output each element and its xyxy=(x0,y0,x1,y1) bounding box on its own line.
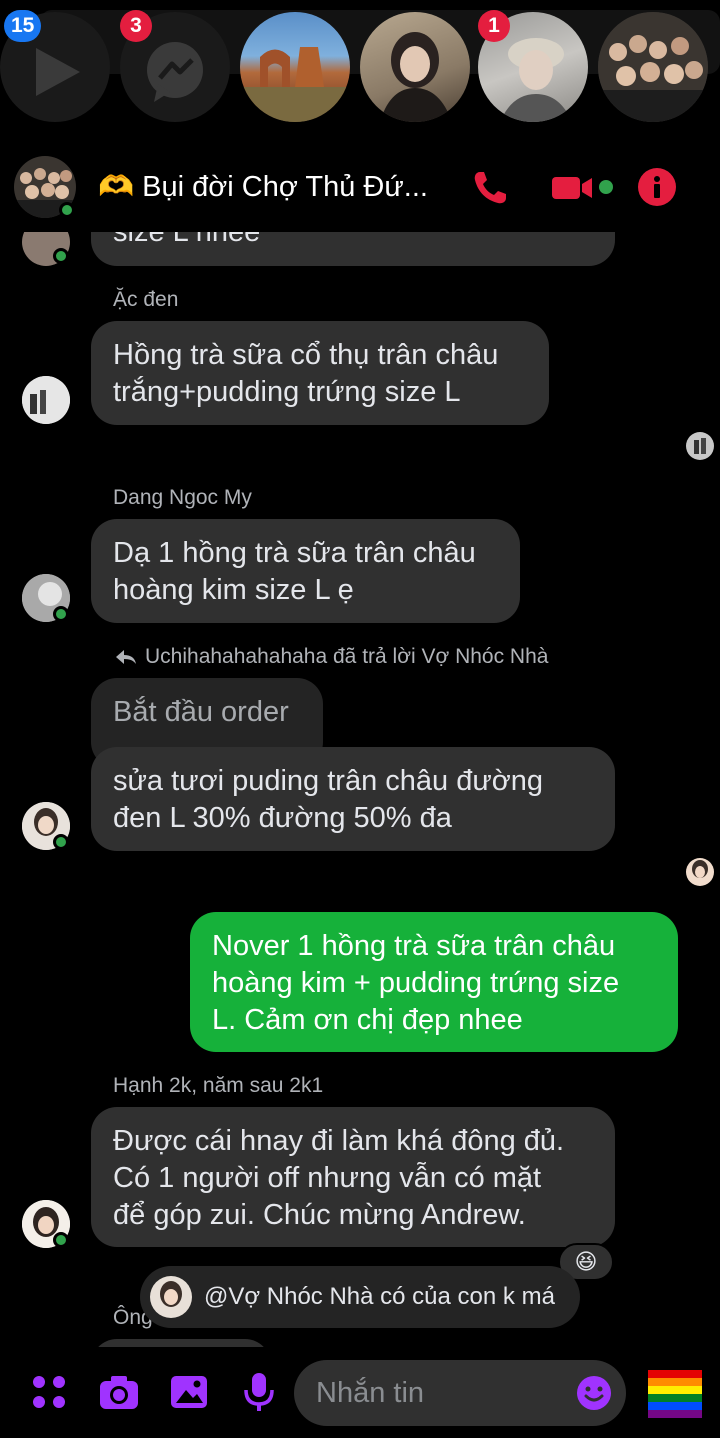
online-indicator xyxy=(53,606,69,622)
person-image xyxy=(380,32,452,122)
more-actions-button[interactable] xyxy=(27,1370,71,1414)
message-line: sửa tươi puding trân châu đường xyxy=(113,765,544,797)
message-text: size L nhee xyxy=(113,232,261,248)
video-active-indicator xyxy=(599,180,613,194)
chat-head-group[interactable] xyxy=(598,12,708,122)
rainbow-flag-icon xyxy=(648,1370,702,1418)
image-icon xyxy=(171,1376,207,1408)
message-bubble[interactable] xyxy=(91,1339,271,1347)
person-image xyxy=(694,438,706,454)
message-input-wrapper[interactable] xyxy=(294,1360,626,1426)
person-image xyxy=(160,1281,182,1307)
info-icon xyxy=(654,176,660,198)
message-line: Được cái hnay đi làm khá đông đủ. xyxy=(113,1125,565,1157)
message-list[interactable]: size L nhee Ặc đen Hồng trà sữa cổ thụ t… xyxy=(0,232,720,1347)
reply-note: Uchihahahahahaha đã trả lời Vợ Nhóc Nhà xyxy=(115,645,548,669)
message-bubble[interactable]: Hồng trà sữa cổ thụ trân châu trắng+pudd… xyxy=(91,321,549,425)
info-button[interactable] xyxy=(638,168,676,206)
person-image xyxy=(22,376,70,424)
video-call-button[interactable] xyxy=(550,170,600,206)
sender-name: Ặc đen xyxy=(113,288,179,311)
call-button[interactable] xyxy=(470,168,510,208)
reaction-emoji: 😆 xyxy=(574,1249,598,1274)
phone-icon xyxy=(474,172,506,204)
unread-badge: 15 xyxy=(4,10,42,42)
my-message-bubble[interactable]: Nover 1 hồng trà sữa trân châu hoàng kim… xyxy=(190,912,678,1052)
apps-grid-icon xyxy=(33,1376,65,1408)
message-line: L. Cảm ơn chị đẹp nhee xyxy=(212,1004,523,1036)
message-input[interactable] xyxy=(316,1360,556,1426)
arch-image xyxy=(240,47,350,122)
message-line: trắng+pudding trứng size L xyxy=(113,376,461,408)
mention-text: @Vợ Nhóc Nhà có của con k má xyxy=(204,1283,555,1310)
mention-suggestion[interactable]: @Vợ Nhóc Nhà có của con k má xyxy=(140,1266,580,1328)
seen-avatar xyxy=(686,432,714,460)
conversation-title[interactable]: 🫶 Bụi đời Chợ Thủ Đứ... xyxy=(98,170,428,204)
message-bubble[interactable]: Dạ 1 hồng trà sữa trân châu hoàng kim si… xyxy=(91,519,520,623)
chat-head-girl[interactable] xyxy=(360,12,470,122)
gallery-button[interactable] xyxy=(167,1370,211,1414)
chat-head-arch[interactable] xyxy=(240,12,350,122)
quick-reaction-button[interactable] xyxy=(646,1364,704,1422)
smiley-icon xyxy=(577,1376,611,1410)
message-bubble[interactable]: size L nhee xyxy=(91,232,615,266)
reply-note-text: Uchihahahahahaha đã trả lời Vợ Nhóc Nhà xyxy=(145,645,549,668)
voice-button[interactable] xyxy=(237,1370,281,1414)
online-indicator xyxy=(53,1232,69,1248)
camera-icon xyxy=(100,1376,138,1409)
message-line: Hồng trà sữa cổ thụ trân châu xyxy=(113,339,499,371)
message-line: đen L 30% đường 50% đa xyxy=(113,802,452,834)
reply-icon xyxy=(116,650,136,664)
sender-name: Hạnh 2k, năm sau 2k1 xyxy=(113,1074,324,1097)
message-bubble[interactable]: sửa tươi puding trân châu đường đen L 30… xyxy=(91,747,615,851)
message-line: Dạ 1 hồng trà sữa trân châu xyxy=(113,537,476,569)
message-line: để góp zui. Chúc mừng Andrew. xyxy=(113,1199,526,1231)
video-camera-icon xyxy=(552,177,592,199)
avatar[interactable] xyxy=(22,376,70,424)
sender-name: Dang Ngoc My xyxy=(113,486,252,509)
chat-heads-bar: 15 3 1 xyxy=(0,0,720,135)
unread-badge: 1 xyxy=(478,10,510,42)
message-line: Có 1 người off nhưng vẫn có mặt xyxy=(113,1162,542,1194)
online-indicator xyxy=(59,202,75,218)
quoted-text: Bắt đầu order xyxy=(113,696,289,728)
emoji-button[interactable] xyxy=(576,1375,612,1411)
message-line: Nover 1 hồng trà sữa trân châu xyxy=(212,930,616,962)
mention-avatar xyxy=(150,1276,192,1318)
person-image xyxy=(692,860,708,878)
online-indicator xyxy=(53,834,69,850)
conversation-header: 🫶 Bụi đời Chợ Thủ Đứ... xyxy=(0,150,720,230)
microphone-icon xyxy=(244,1373,274,1411)
message-bubble[interactable]: Được cái hnay đi làm khá đông đủ. Có 1 n… xyxy=(91,1107,615,1247)
unread-badge: 3 xyxy=(120,10,152,42)
seen-avatar xyxy=(686,858,714,886)
message-line: hoàng kim size L ẹ xyxy=(113,574,354,606)
message-line: hoàng kim + pudding trứng size xyxy=(212,967,620,999)
camera-button[interactable] xyxy=(97,1370,141,1414)
composer xyxy=(0,1350,720,1438)
online-indicator xyxy=(53,248,69,264)
group-image xyxy=(598,12,708,122)
